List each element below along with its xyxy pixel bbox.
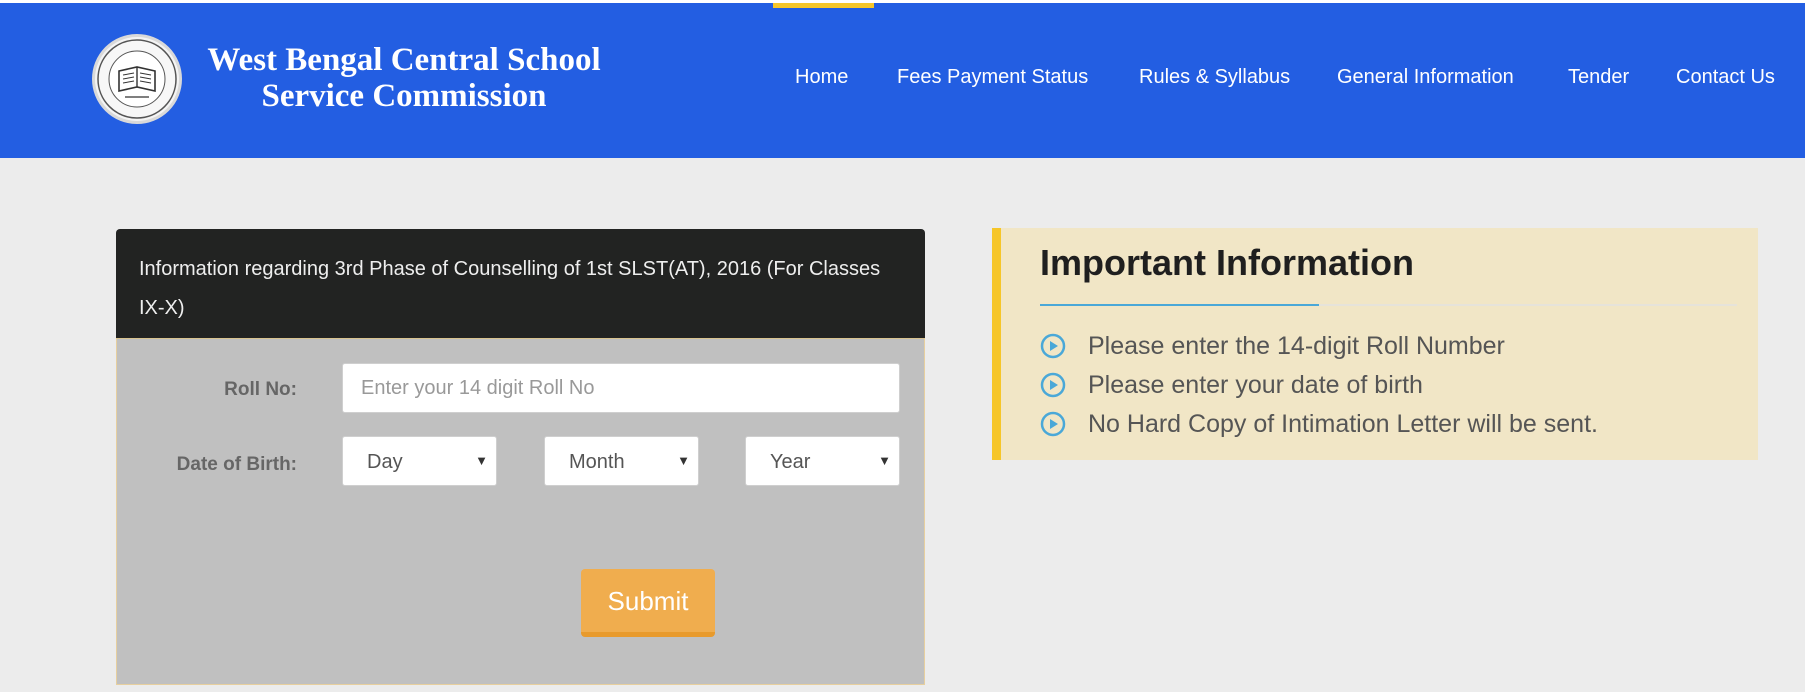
dob-label: Date of Birth:	[176, 454, 297, 475]
play-circle-icon	[1040, 372, 1066, 398]
caret-down-icon: ▼	[677, 453, 690, 468]
day-select[interactable]: Day ▼	[342, 436, 497, 486]
play-circle-icon	[1040, 411, 1066, 437]
form-body: Roll No: Date of Birth: Day ▼ Month ▼ Ye…	[116, 338, 925, 685]
book-seal-icon	[97, 39, 177, 119]
nav-general-information[interactable]: General Information	[1337, 66, 1514, 89]
month-select[interactable]: Month ▼	[544, 436, 699, 486]
commission-seal-logo[interactable]	[92, 34, 182, 124]
header-top-line	[0, 0, 1805, 3]
caret-down-icon: ▼	[475, 453, 488, 468]
logo-line-2: Service Commission	[261, 78, 547, 114]
info-list-item: Please enter the 14-digit Roll Number	[1040, 330, 1598, 369]
info-item-text: Please enter your date of birth	[1088, 371, 1423, 399]
caret-down-icon: ▼	[878, 453, 891, 468]
info-list: Please enter the 14-digit Roll Number Pl…	[1040, 330, 1598, 447]
nav-active-indicator	[773, 3, 874, 8]
roll-no-label: Roll No:	[224, 379, 297, 400]
submit-button[interactable]: Submit	[581, 569, 715, 637]
year-select-value: Year	[770, 451, 811, 473]
info-list-item: Please enter your date of birth	[1040, 369, 1598, 408]
nav-tender[interactable]: Tender	[1568, 66, 1629, 89]
info-title: Important Information	[1040, 242, 1414, 283]
site-logo-text[interactable]: West Bengal Central School Service Commi…	[194, 42, 614, 114]
info-item-text: No Hard Copy of Intimation Letter will b…	[1088, 410, 1598, 438]
month-select-value: Month	[569, 451, 625, 473]
year-select[interactable]: Year ▼	[745, 436, 900, 486]
info-list-item: No Hard Copy of Intimation Letter will b…	[1040, 408, 1598, 447]
nav-contact-us[interactable]: Contact Us	[1676, 66, 1775, 89]
login-form-panel: Information regarding 3rd Phase of Couns…	[116, 229, 925, 685]
info-item-text: Please enter the 14-digit Roll Number	[1088, 332, 1505, 360]
info-divider-accent	[1040, 304, 1319, 306]
day-select-value: Day	[367, 451, 403, 473]
nav-home[interactable]: Home	[795, 66, 848, 89]
form-title: Information regarding 3rd Phase of Couns…	[116, 229, 925, 338]
nav-fees-payment-status[interactable]: Fees Payment Status	[897, 66, 1088, 89]
play-circle-icon	[1040, 333, 1066, 359]
site-header: West Bengal Central School Service Commi…	[0, 0, 1805, 158]
nav-rules-syllabus[interactable]: Rules & Syllabus	[1139, 66, 1290, 89]
logo-line-1: West Bengal Central School	[207, 42, 601, 78]
important-information-panel: Important Information Please enter the 1…	[992, 228, 1758, 460]
roll-no-input[interactable]	[342, 363, 900, 413]
